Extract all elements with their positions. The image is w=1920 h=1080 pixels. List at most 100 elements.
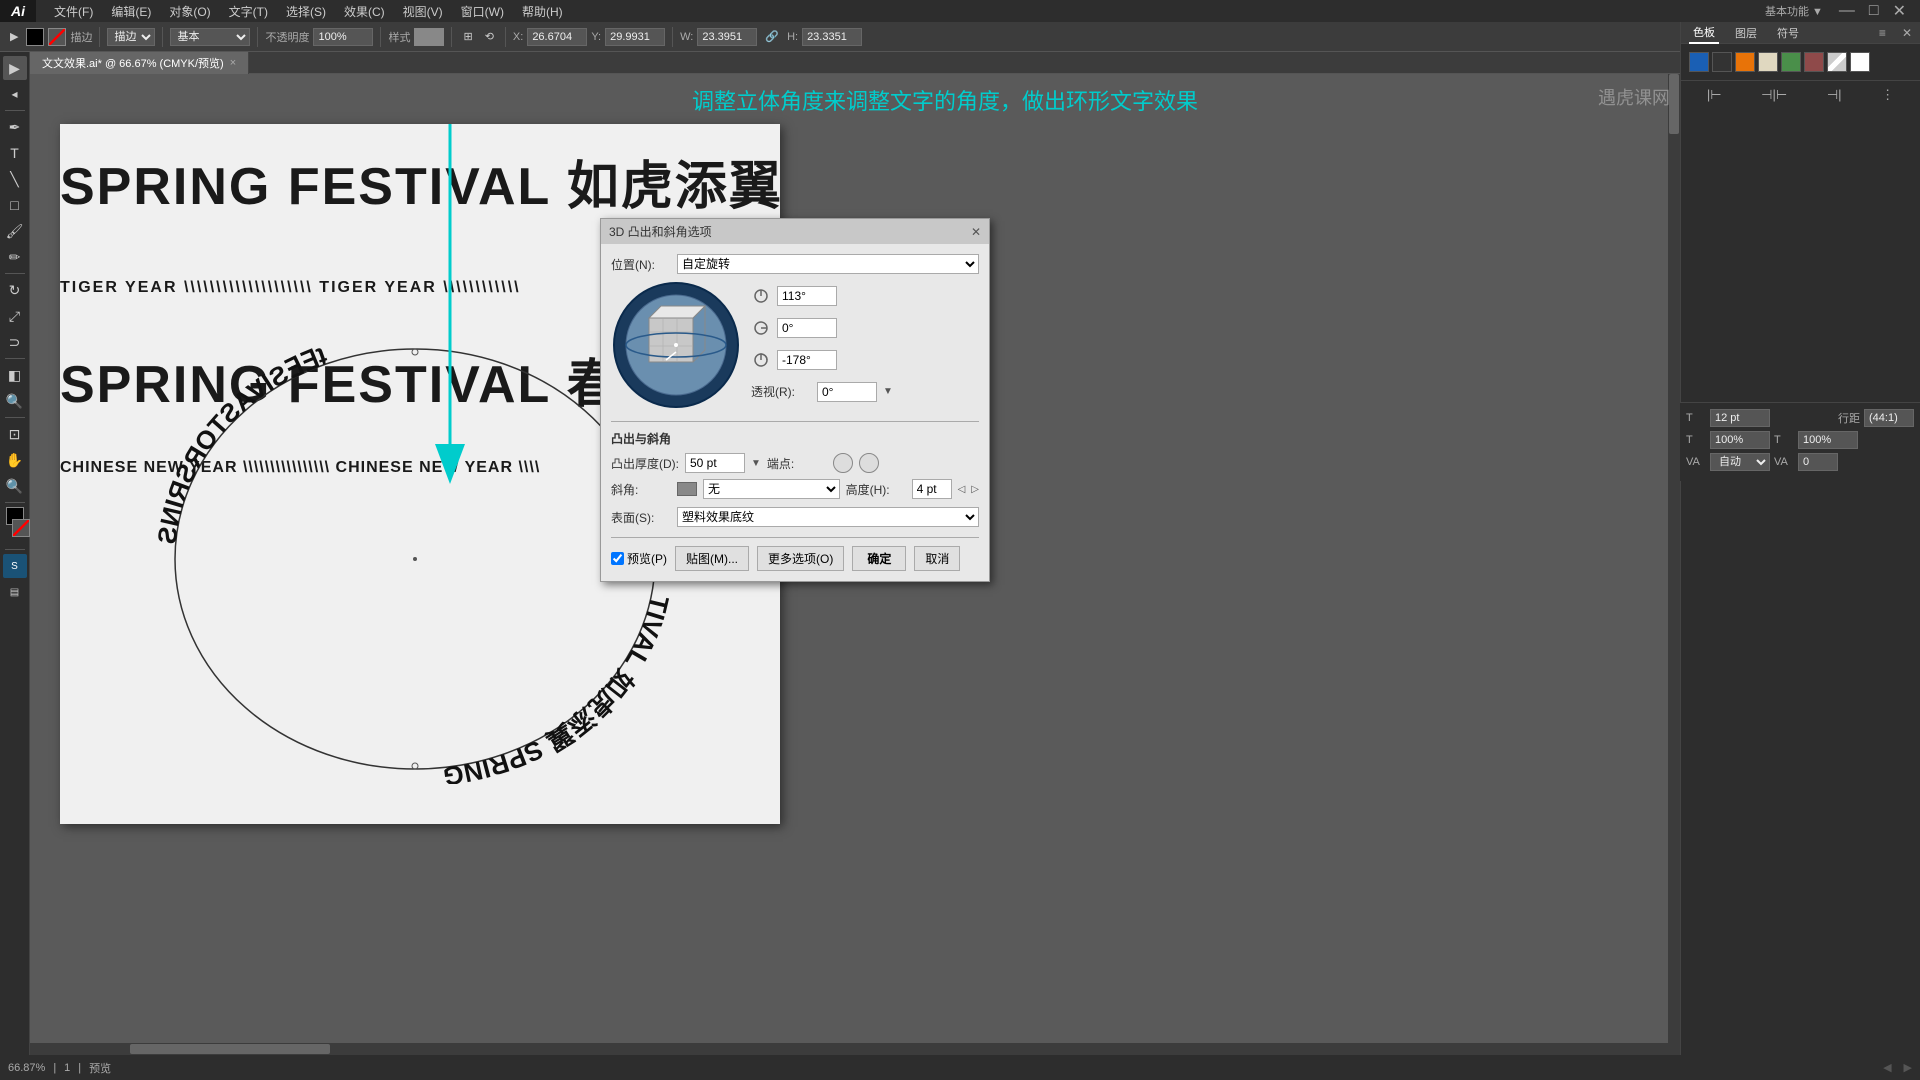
panel-tab-symbols[interactable]: 符号 (1773, 23, 1803, 43)
more-tools-button[interactable]: ▤ (3, 580, 27, 604)
color-swatch-red[interactable] (1804, 52, 1824, 72)
maximize-button[interactable]: □ (1863, 2, 1885, 20)
ok-button[interactable]: 确定 (852, 546, 906, 571)
selection-tool-icon[interactable]: ▶ (6, 28, 22, 45)
color-swatch-none[interactable] (1827, 52, 1847, 72)
dialog-3d[interactable]: 3D 凸出和斜角选项 ✕ 位置(N): 自定旋转 (600, 218, 990, 582)
position-select[interactable]: 自定旋转 (677, 254, 979, 274)
panel-menu-icon[interactable]: ≡ (1879, 26, 1886, 40)
dialog-title-bar[interactable]: 3D 凸出和斜角选项 ✕ (601, 219, 989, 244)
document-tab[interactable]: 文文效果.ai* @ 66.67% (CMYK/预览) × (30, 52, 249, 74)
minimize-button[interactable]: — (1833, 2, 1861, 20)
align-left-icon[interactable]: |⊢ (1707, 87, 1722, 103)
scale-y-input[interactable] (1798, 431, 1858, 449)
vertical-scroll-thumb[interactable] (1669, 74, 1679, 134)
preview-checkbox[interactable] (611, 552, 624, 565)
map-button[interactable]: 贴图(M)... (675, 546, 749, 571)
cancel-button[interactable]: 取消 (914, 546, 960, 571)
angle2-input[interactable] (777, 318, 837, 338)
cap-flat-button[interactable] (859, 453, 879, 473)
align-right-icon[interactable]: ⊣| (1827, 87, 1842, 103)
kerning-input[interactable] (1798, 453, 1838, 471)
distribute-icon[interactable]: ⋮ (1881, 87, 1894, 103)
color-swatch-orange[interactable] (1735, 52, 1755, 72)
tab-close[interactable]: × (230, 57, 236, 69)
align-icon[interactable]: ⊞ (459, 28, 476, 45)
color-swatch-blue[interactable] (1689, 52, 1709, 72)
y-input[interactable] (605, 28, 665, 46)
brush-select[interactable]: 描边 (107, 28, 155, 46)
scale-x-input[interactable] (1710, 431, 1770, 449)
pencil-tool[interactable]: ✏ (3, 245, 27, 269)
more-options-button[interactable]: 更多选项(O) (757, 546, 844, 571)
align-center-icon[interactable]: ⊣|⊢ (1761, 87, 1787, 103)
opacity-input[interactable] (313, 28, 373, 46)
cap-round-button[interactable] (833, 453, 853, 473)
color-swatch-white[interactable] (1850, 52, 1870, 72)
menu-effect[interactable]: 效果(C) (336, 1, 393, 22)
link-icon[interactable]: 🔗 (761, 28, 783, 45)
h-input[interactable] (802, 28, 862, 46)
3d-sphere-preview[interactable] (611, 280, 741, 413)
style-box[interactable] (414, 28, 444, 46)
panel-tab-layers[interactable]: 图层 (1731, 23, 1761, 43)
rotate-tool[interactable]: ↻ (3, 278, 27, 302)
basic-select[interactable]: 基本 (170, 28, 250, 46)
color-swatch-cream[interactable] (1758, 52, 1778, 72)
close-button[interactable]: ✕ (1887, 1, 1912, 21)
paint-brush-tool[interactable]: 🖌 (3, 219, 27, 243)
horizontal-scroll-thumb[interactable] (130, 1044, 330, 1054)
zoom-tool[interactable]: 🔍 (3, 474, 27, 498)
symbol-tool[interactable]: S (3, 554, 27, 578)
horizontal-scrollbar[interactable] (30, 1043, 1668, 1055)
x-input[interactable] (527, 28, 587, 46)
scale-tool[interactable]: ⤢ (3, 304, 27, 328)
scroll-right-icon[interactable]: ▶ (1904, 1061, 1912, 1074)
fill-color-box[interactable] (26, 28, 44, 46)
menu-edit[interactable]: 编辑(E) (103, 1, 159, 22)
menu-help[interactable]: 帮助(H) (514, 1, 571, 22)
bevel-in-icon[interactable]: ◁ (958, 484, 966, 495)
surface-select[interactable]: 塑料效果底纹 (677, 507, 979, 527)
panel-tab-swatches[interactable]: 色板 (1689, 22, 1719, 44)
angle1-input[interactable] (777, 286, 837, 306)
direct-select-tool[interactable]: ◂ (3, 82, 27, 106)
scroll-left-icon[interactable]: ◀ (1883, 1061, 1891, 1074)
tracking-select[interactable]: 自动 (1710, 453, 1770, 471)
blend-tool[interactable]: ⊃ (3, 330, 27, 354)
font-size-input[interactable] (1710, 409, 1770, 427)
bevel-select[interactable]: 无 (703, 479, 840, 499)
w-input[interactable] (697, 28, 757, 46)
pen-tool[interactable]: ✒ (3, 115, 27, 139)
menu-select[interactable]: 选择(S) (278, 1, 334, 22)
stroke-color-tool[interactable] (12, 519, 30, 537)
artboard-tool[interactable]: ⊡ (3, 422, 27, 446)
angle3-input[interactable] (777, 350, 837, 370)
panel-collapse-icon[interactable]: ✕ (1902, 26, 1912, 40)
extrude-depth-input[interactable] (685, 453, 745, 473)
dialog-close-icon[interactable]: ✕ (971, 225, 981, 239)
menu-object[interactable]: 对象(O) (161, 1, 218, 22)
menu-file[interactable]: 文件(F) (46, 1, 101, 22)
perspective-input[interactable] (817, 382, 877, 402)
bevel-height-input[interactable] (912, 479, 952, 499)
menu-view[interactable]: 视图(V) (395, 1, 451, 22)
transform-icon[interactable]: ⟲ (481, 28, 498, 45)
arrow-tool[interactable]: ▶ (3, 56, 27, 80)
gradient-tool[interactable]: ◧ (3, 363, 27, 387)
tracking-label: VA (1686, 456, 1706, 468)
color-swatch-dark[interactable] (1712, 52, 1732, 72)
line-tool[interactable]: ╲ (3, 167, 27, 191)
line-height-input[interactable] (1864, 409, 1914, 427)
hand-tool[interactable]: ✋ (3, 448, 27, 472)
menu-window[interactable]: 窗口(W) (453, 1, 512, 22)
type-tool[interactable]: T (3, 141, 27, 165)
stroke-color-box[interactable] (48, 28, 66, 46)
rect-tool[interactable]: □ (3, 193, 27, 217)
vertical-scrollbar[interactable] (1668, 74, 1680, 1055)
bevel-out-icon[interactable]: ▷ (971, 484, 979, 495)
preview-checkbox-label[interactable]: 预览(P) (611, 550, 667, 567)
menu-text[interactable]: 文字(T) (221, 1, 276, 22)
color-swatch-green[interactable] (1781, 52, 1801, 72)
eyedropper-tool[interactable]: 🔍 (3, 389, 27, 413)
